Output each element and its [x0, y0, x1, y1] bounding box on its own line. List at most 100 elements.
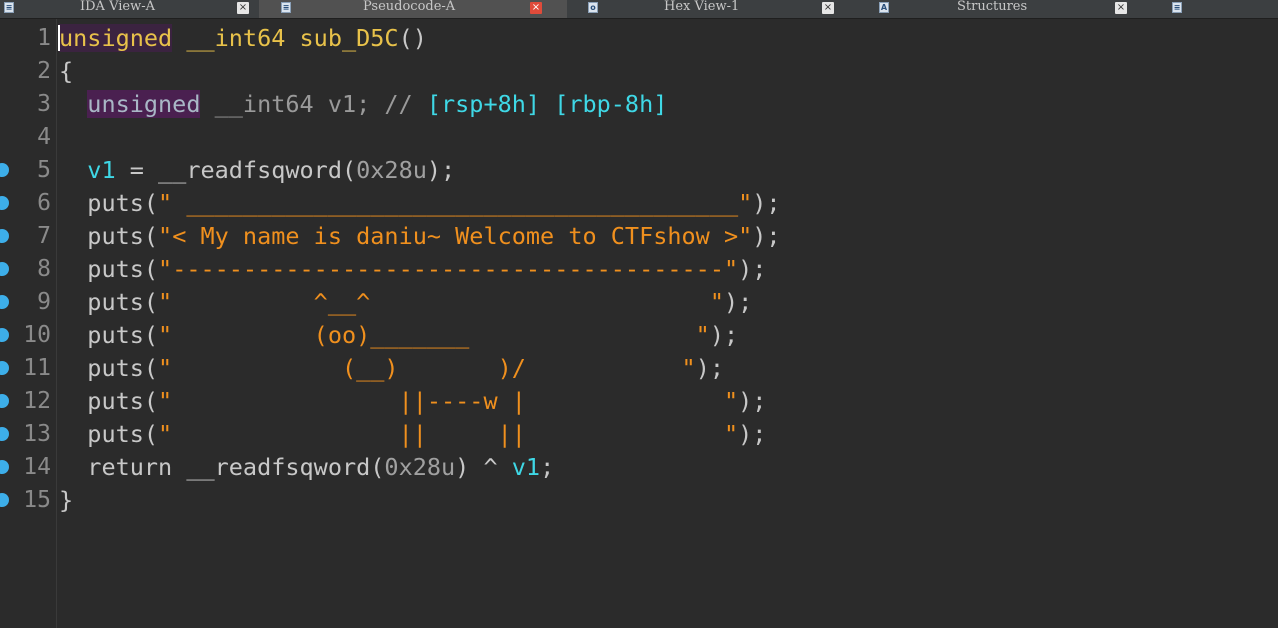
code-line[interactable]: 10 puts(" (oo)_______ ");	[0, 319, 1278, 352]
code-line[interactable]: 8 puts("--------------------------------…	[0, 253, 1278, 286]
code-token: ) ^	[455, 453, 512, 481]
code-token: " || || "	[158, 420, 739, 448]
ida-view-icon: ≡	[4, 2, 14, 13]
code-text: puts("< My name is daniu~ Welcome to CTF…	[59, 220, 781, 253]
tab-pseudocode-a[interactable]: ≡ Pseudocode-A ×	[259, 0, 567, 18]
code-token: unsigned	[59, 24, 173, 52]
code-token: return __readfsqword(	[59, 453, 385, 481]
code-text: unsigned __int64 v1; // [rsp+8h] [rbp-8h…	[59, 88, 667, 121]
code-line[interactable]: 13 puts(" || || ");	[0, 418, 1278, 451]
code-token: v1	[511, 453, 541, 481]
code-token: [rsp+8h] [rbp-8h]	[426, 90, 668, 118]
code-token: );	[738, 387, 767, 415]
tab-structures[interactable]: A Structures ×	[847, 0, 1137, 18]
line-number: 4	[37, 124, 51, 150]
code-token: puts(	[59, 420, 159, 448]
code-token: {	[59, 57, 74, 85]
tab-label: Pseudocode-A	[363, 0, 456, 14]
code-text: puts(" _________________________________…	[59, 187, 781, 220]
code-token: "---------------------------------------…	[158, 255, 739, 283]
close-icon[interactable]: ×	[1115, 2, 1127, 14]
code-text: puts(" || || ");	[59, 418, 766, 451]
line-number: 6	[37, 190, 51, 216]
line-number: 13	[23, 421, 51, 447]
line-number: 10	[23, 322, 51, 348]
code-text: puts(" (__) )/ ");	[59, 352, 724, 385]
code-token: puts(	[59, 354, 159, 382]
code-token: puts(	[59, 321, 159, 349]
code-text: puts("----------------------------------…	[59, 253, 766, 286]
line-number: 14	[23, 454, 51, 480]
code-text: puts(" (oo)_______ ");	[59, 319, 738, 352]
code-token: ;	[540, 453, 555, 481]
code-token: v1	[87, 156, 116, 184]
tab-label: IDA View-A	[80, 0, 155, 14]
code-token: puts(	[59, 387, 159, 415]
line-number: 8	[37, 256, 51, 282]
line-number: 15	[23, 487, 51, 513]
code-token: ()	[398, 24, 427, 52]
code-line[interactable]: 9 puts(" ^__^ ");	[0, 286, 1278, 319]
pseudocode-icon: ≡	[281, 2, 291, 13]
code-token: = __readfsqword(	[115, 156, 357, 184]
line-number: 1	[37, 25, 51, 51]
tab-hex-view-1[interactable]: o Hex View-1 ×	[568, 0, 846, 18]
code-line[interactable]: 15}	[0, 484, 1278, 517]
code-token: puts(	[59, 222, 159, 250]
code-token: " ||----w | "	[158, 387, 739, 415]
line-number: 9	[37, 289, 51, 315]
code-token: " ______________________________________…	[158, 189, 753, 217]
code-token: " ^__^ "	[158, 288, 724, 316]
code-token: " (oo)_______ "	[158, 321, 710, 349]
line-number: 11	[23, 355, 51, 381]
line-number: 5	[37, 157, 51, 183]
code-line[interactable]: 5 v1 = __readfsqword(0x28u);	[0, 154, 1278, 187]
tab-label: Hex View-1	[664, 0, 740, 14]
code-token: );	[426, 156, 456, 184]
text-cursor	[58, 25, 60, 51]
code-line[interactable]: 1 unsigned __int64 sub_D5C()	[0, 22, 1278, 55]
code-text: puts(" ||----w | ");	[59, 385, 766, 418]
code-text: }	[59, 484, 73, 517]
code-token: __int64 v1; //	[200, 90, 427, 118]
tab-bar: ≡ IDA View-A × ≡ Pseudocode-A × o Hex Vi…	[0, 0, 1278, 19]
code-line[interactable]: 2{	[0, 55, 1278, 88]
code-line[interactable]: 12 puts(" ||----w | ");	[0, 385, 1278, 418]
code-line[interactable]: 3 unsigned __int64 v1; // [rsp+8h] [rbp-…	[0, 88, 1278, 121]
hex-view-icon: o	[588, 2, 598, 13]
code-token: }	[59, 486, 74, 514]
structures-icon: A	[879, 2, 889, 13]
close-icon[interactable]: ×	[530, 2, 542, 14]
enums-icon: ≡	[1172, 2, 1182, 13]
code-token: puts(	[59, 255, 159, 283]
code-token: 0x28u	[384, 453, 456, 481]
line-number: 3	[37, 91, 51, 117]
code-token: "< My name is daniu~ Welcome to CTFshow …	[158, 222, 753, 250]
code-token: );	[723, 288, 753, 316]
code-token: );	[752, 222, 781, 250]
code-line[interactable]: 4	[0, 121, 1278, 154]
code-token: 0x28u	[356, 156, 427, 184]
code-line[interactable]: 6 puts(" _______________________________…	[0, 187, 1278, 220]
code-token: puts(	[59, 288, 159, 316]
line-number: 7	[37, 223, 51, 249]
tab-overflow[interactable]: ≡	[1138, 0, 1278, 18]
code-text: {	[59, 55, 73, 88]
code-text: puts(" ^__^ ");	[59, 286, 752, 319]
line-number: 12	[23, 388, 51, 414]
close-icon[interactable]: ×	[822, 2, 834, 14]
code-text: unsigned __int64 sub_D5C()	[59, 22, 427, 55]
code-line[interactable]: 7 puts("< My name is daniu~ Welcome to C…	[0, 220, 1278, 253]
code-token: );	[752, 189, 781, 217]
close-icon[interactable]: ×	[237, 2, 249, 14]
tab-ida-view-a[interactable]: ≡ IDA View-A ×	[0, 0, 258, 18]
code-line[interactable]: 11 puts(" (__) )/ ");	[0, 352, 1278, 385]
code-token: );	[738, 420, 767, 448]
code-text: return __readfsqword(0x28u) ^ v1;	[59, 451, 554, 484]
code-token: );	[709, 321, 739, 349]
code-token: " (__) )/ "	[158, 354, 696, 382]
tab-label: Structures	[957, 0, 1028, 14]
code-line[interactable]: 14 return __readfsqword(0x28u) ^ v1;	[0, 451, 1278, 484]
